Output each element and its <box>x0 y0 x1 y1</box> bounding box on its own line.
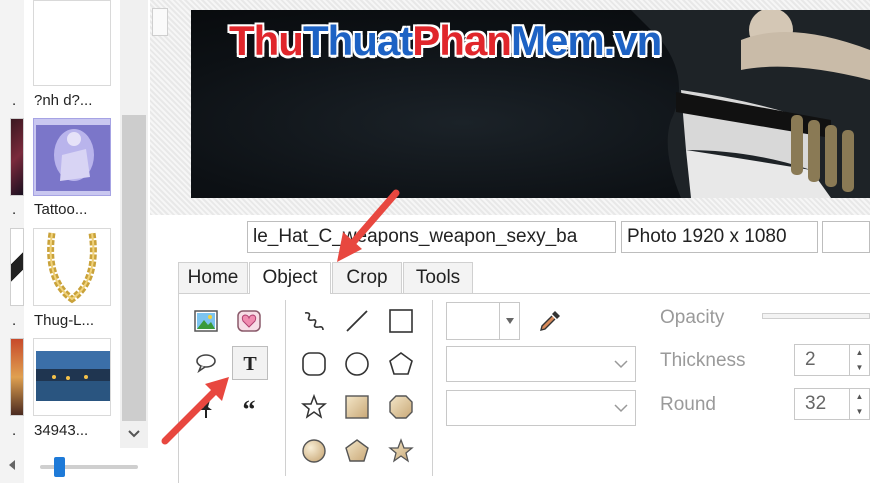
watermark-text: ThuThuatPhanMem.vn <box>229 17 662 64</box>
thumbnail-label: Tattoo... <box>34 201 88 218</box>
svg-text:T: T <box>243 353 257 375</box>
star-filled-icon[interactable] <box>386 436 416 466</box>
tab-crop[interactable]: Crop <box>332 262 402 294</box>
freehand-icon[interactable] <box>299 306 329 336</box>
tattoo-thumbnail-image <box>36 125 110 191</box>
status-extra <box>822 221 870 253</box>
square-filled-icon[interactable] <box>342 392 372 422</box>
color-picker-dropdown[interactable] <box>446 302 520 340</box>
play-left-icon[interactable] <box>8 459 16 474</box>
thickness-stepper[interactable]: 2 ▲ ▼ <box>794 344 870 376</box>
left-edge-strip <box>0 0 24 483</box>
tab-object[interactable]: Object <box>249 262 331 295</box>
thickness-value[interactable]: 2 <box>805 349 816 370</box>
text-icon[interactable]: T <box>232 346 268 380</box>
chevron-down-icon <box>607 391 635 425</box>
thumbnail-label: ?nh d?... <box>34 92 93 109</box>
circle-icon[interactable] <box>342 349 372 379</box>
strip-thumb[interactable] <box>10 338 24 416</box>
rounded-square-icon[interactable] <box>386 392 416 422</box>
image-icon[interactable] <box>191 306 221 336</box>
scrollbar-thumb[interactable] <box>122 115 146 421</box>
canvas-handle[interactable] <box>152 8 168 36</box>
pin-icon[interactable] <box>191 392 221 422</box>
line-icon[interactable] <box>342 306 372 336</box>
strip-label: . <box>12 92 17 109</box>
stepper-arrows-icon[interactable]: ▲ ▼ <box>849 389 869 419</box>
thumbnail-item[interactable] <box>33 118 111 196</box>
fill-style-dropdown[interactable] <box>446 390 636 426</box>
round-label: Round <box>660 394 716 415</box>
thumbnail-label: Thug-L... <box>34 312 95 329</box>
thumbnail-label: 34943... <box>34 422 89 439</box>
strip-thumb[interactable] <box>10 118 24 196</box>
status-filename: le_Hat_C_weapons_weapon_sexy_ba <box>247 221 616 253</box>
svg-text:“: “ <box>243 395 256 420</box>
divider <box>432 300 433 476</box>
rounded-rect-icon[interactable] <box>299 349 329 379</box>
ribbon-tabbar: Home Object Crop Tools <box>178 262 870 295</box>
eyedropper-icon[interactable] <box>535 306 565 336</box>
tab-tools[interactable]: Tools <box>403 262 473 294</box>
speech-bubble-icon[interactable] <box>191 348 221 378</box>
sticker-icon[interactable] <box>234 306 264 336</box>
star-outline-icon[interactable] <box>299 392 329 422</box>
thumbnail-item[interactable] <box>33 0 111 86</box>
circle-filled-icon[interactable] <box>299 436 329 466</box>
thickness-label: Thickness <box>660 350 746 371</box>
strip-label: . <box>12 201 17 218</box>
lake-thumbnail-image <box>34 339 110 415</box>
stepper-arrows-icon[interactable]: ▲ ▼ <box>849 345 869 375</box>
divider <box>285 300 286 476</box>
chevron-down-icon <box>499 303 519 339</box>
status-photo-info: Photo 1920 x 1080 <box>621 221 818 253</box>
strip-thumb[interactable] <box>10 228 24 306</box>
opacity-label: Opacity <box>660 307 725 328</box>
line-style-dropdown[interactable] <box>446 346 636 382</box>
thumbnail-item[interactable] <box>33 228 111 306</box>
pentagon-icon[interactable] <box>386 349 416 379</box>
chain-thumbnail-image <box>47 232 97 304</box>
quote-icon[interactable]: “ <box>234 392 264 422</box>
thumbnail-item[interactable] <box>33 338 111 416</box>
strip-label: . <box>12 312 17 329</box>
tab-home[interactable]: Home <box>178 262 248 294</box>
object-ribbon <box>178 294 870 483</box>
chevron-down-icon[interactable] <box>128 428 140 442</box>
pentagon-filled-icon[interactable] <box>342 436 372 466</box>
chevron-down-icon <box>607 347 635 381</box>
round-value[interactable]: 32 <box>805 393 826 414</box>
thumbnail-list: ?nh d?... Tattoo... Thug-L... 34943... <box>24 0 120 450</box>
zoom-slider-knob[interactable] <box>54 457 65 477</box>
opacity-slider[interactable] <box>762 313 870 319</box>
thumbnail-scrollbar[interactable] <box>120 0 148 448</box>
round-stepper[interactable]: 32 ▲ ▼ <box>794 388 870 420</box>
rectangle-icon[interactable] <box>386 306 416 336</box>
strip-label: . <box>12 422 17 439</box>
